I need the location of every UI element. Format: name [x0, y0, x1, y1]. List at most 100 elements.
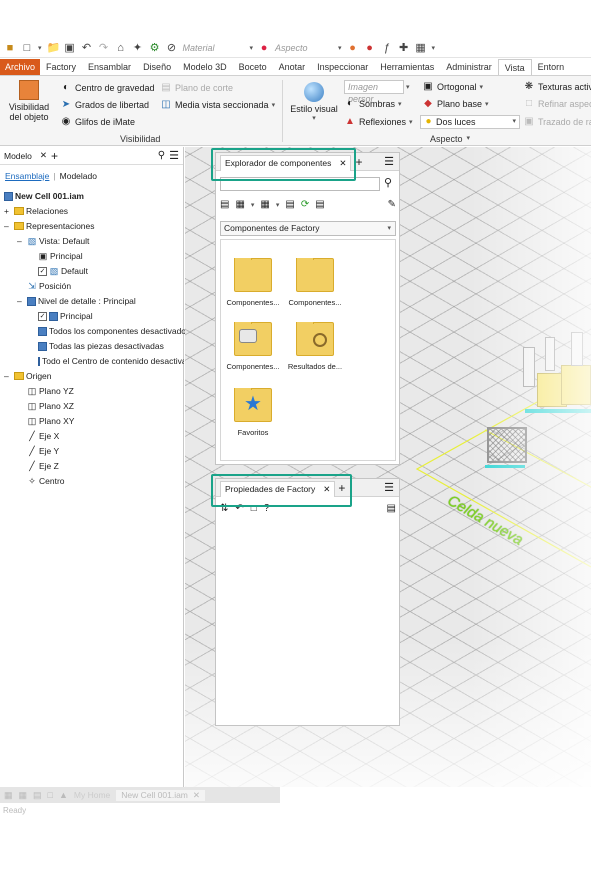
- material-selector[interactable]: Material: [183, 43, 245, 53]
- collapse-icon[interactable]: –: [17, 236, 25, 246]
- tab-factory[interactable]: Factory: [40, 59, 82, 75]
- menu-icon[interactable]: ☰: [384, 155, 394, 168]
- undo-icon[interactable]: ↶: [81, 42, 93, 54]
- imate-glyphs-button[interactable]: ◉ Glifos de iMate: [60, 116, 135, 128]
- degrees-of-freedom-button[interactable]: ➤ Grados de libertad: [60, 99, 149, 111]
- sort-icon[interactable]: ▦: [260, 199, 269, 210]
- shadows-button[interactable]: ◐ Sombras ▾: [344, 98, 402, 110]
- checkbox-icon[interactable]: ✓: [38, 266, 47, 276]
- menu-icon[interactable]: ☰: [384, 481, 394, 494]
- section-plane-button[interactable]: ▤ Plano de corte: [160, 82, 233, 94]
- tree-item-eje-x[interactable]: ╱ Eje X: [27, 431, 59, 441]
- plus-icon[interactable]: ✚: [398, 42, 410, 54]
- add-tab-icon[interactable]: +: [51, 149, 58, 163]
- subtab-ensamblaje[interactable]: Ensamblaje: [5, 171, 49, 181]
- tree-item-relaciones[interactable]: + Relaciones: [4, 206, 68, 216]
- tab-entorno[interactable]: Entorn: [532, 59, 571, 75]
- tab-vista[interactable]: Vista: [497, 59, 532, 75]
- appearance-panel-title[interactable]: Aspecto ▾: [430, 134, 470, 144]
- chevron-down-icon[interactable]: ▾: [38, 44, 42, 52]
- menu-up-icon[interactable]: ▲: [59, 790, 68, 800]
- tile-icon[interactable]: ▦: [4, 790, 13, 801]
- chevron-down-icon[interactable]: ▾: [406, 83, 410, 91]
- appearance-dropdown-icon[interactable]: ▾: [338, 44, 342, 52]
- chevron-down-icon[interactable]: ▾: [251, 201, 255, 209]
- tree-item-todas-piezas[interactable]: Todas las piezas desactivadas: [38, 341, 164, 351]
- list-item[interactable]: Componentes...: [225, 322, 281, 371]
- tree-item-root[interactable]: New Cell 001.iam: [4, 191, 84, 201]
- orthographic-button[interactable]: ▣ Ortogonal ▾: [422, 81, 483, 93]
- tree-item-eje-z[interactable]: ╱ Eje Z: [27, 461, 59, 471]
- tree-item-plano-xz[interactable]: ◫ Plano XZ: [27, 401, 74, 411]
- half-section-button[interactable]: ◫ Media vista seccionada ▾: [160, 99, 275, 111]
- tree-item-eje-y[interactable]: ╱ Eje Y: [27, 446, 59, 456]
- menu-icon[interactable]: ☰: [169, 149, 179, 162]
- reflections-button[interactable]: ▲ Reflexiones ▾: [344, 116, 413, 128]
- tree-item-origen[interactable]: – Origen: [4, 371, 52, 381]
- tree-item-representaciones[interactable]: – Representaciones: [4, 221, 95, 231]
- add-tab-icon[interactable]: +: [355, 155, 362, 169]
- view-mode-icon[interactable]: ▦: [235, 199, 244, 210]
- tab-archivo[interactable]: Archivo: [0, 59, 41, 75]
- customize-dropdown-icon[interactable]: ▾: [432, 44, 436, 52]
- tab-modelo-3d[interactable]: Modelo 3D: [177, 59, 233, 75]
- tree-item-plano-xy[interactable]: ◫ Plano XY: [27, 416, 75, 426]
- update-icon[interactable]: ⚙: [149, 42, 161, 54]
- settings-icon[interactable]: ✎: [388, 199, 396, 210]
- refresh-icon[interactable]: ⟳: [301, 199, 309, 210]
- no-material-icon[interactable]: ⊘: [166, 42, 178, 54]
- tree-item-nivel-detalle[interactable]: – Nivel de detalle : Principal: [17, 296, 136, 306]
- collapse-icon[interactable]: –: [17, 296, 25, 306]
- tree-item-plano-yz[interactable]: ◫ Plano YZ: [27, 386, 74, 396]
- search-icon[interactable]: ⚲: [384, 176, 392, 189]
- tab-boceto[interactable]: Boceto: [233, 59, 273, 75]
- adjust-appearance-icon[interactable]: ●: [347, 42, 359, 54]
- tree-item-principal-lod[interactable]: ✓ Principal: [38, 311, 93, 321]
- grid-icon[interactable]: ▦: [415, 42, 427, 54]
- home-icon[interactable]: ⌂: [115, 42, 127, 54]
- arrange-icon[interactable]: ▤: [33, 790, 42, 801]
- expand-icon[interactable]: +: [4, 206, 12, 216]
- list-item[interactable]: Resultados de...: [287, 322, 343, 371]
- subtab-modelado[interactable]: Modelado: [60, 171, 97, 181]
- tab-new-cell[interactable]: New Cell 001.iam ✕: [116, 789, 206, 801]
- ground-plane-button[interactable]: ◆ Plano base ▾: [422, 98, 488, 110]
- center-of-gravity-button[interactable]: ◐ Centro de gravedad: [60, 82, 155, 94]
- visual-style-button[interactable]: Estilo visual ▾: [288, 80, 340, 130]
- filter-icon[interactable]: ▤: [285, 199, 294, 210]
- redo-icon[interactable]: ↷: [98, 42, 110, 54]
- collapse-icon[interactable]: –: [4, 371, 12, 381]
- tree-item-centro-contenido[interactable]: Todo el Centro de contenido desactivado: [38, 356, 184, 366]
- tree-item-vista[interactable]: – ▧ Vista: Default: [17, 236, 89, 246]
- image-style-select[interactable]: Imagen persor: [344, 80, 404, 104]
- app-icon[interactable]: ■: [4, 42, 16, 54]
- lighting-select[interactable]: ● Dos luces ▾: [420, 115, 520, 129]
- close-icon[interactable]: ✕: [193, 790, 200, 801]
- refine-appearance-button[interactable]: □ Refinar aspec: [523, 98, 591, 110]
- clear-appearance-icon[interactable]: ●: [364, 42, 376, 54]
- window-icon[interactable]: □: [48, 790, 53, 800]
- open-folder-icon[interactable]: 📁: [47, 42, 61, 54]
- tab-ensamblar[interactable]: Ensamblar: [82, 59, 137, 75]
- visibility-large-button[interactable]: Visibilidad del objeto: [6, 80, 52, 130]
- collapse-icon[interactable]: –: [4, 221, 12, 231]
- function-icon[interactable]: ƒ: [381, 42, 393, 54]
- tab-anotar[interactable]: Anotar: [273, 59, 312, 75]
- tab-herramientas[interactable]: Herramientas: [374, 59, 440, 75]
- list-item[interactable]: ★ Favoritos: [225, 388, 281, 437]
- tree-item-principal-view[interactable]: ▣ Principal: [38, 251, 83, 261]
- checkbox-icon[interactable]: ✓: [38, 311, 47, 321]
- tab-inspeccionar[interactable]: Inspeccionar: [311, 59, 374, 75]
- tab-my-home[interactable]: My Home: [74, 790, 110, 800]
- material-dropdown-icon[interactable]: ▾: [250, 44, 254, 52]
- list-item[interactable]: Componentes...: [225, 258, 281, 307]
- appearance-selector[interactable]: Aspecto: [275, 43, 333, 53]
- tree-item-default[interactable]: ✓ ▧ Default: [38, 266, 88, 276]
- close-icon[interactable]: ✕: [40, 150, 47, 161]
- ray-tracing-button[interactable]: ▣ Trazado de ra: [523, 116, 591, 128]
- list-item[interactable]: Componentes...: [287, 258, 343, 307]
- select-icon[interactable]: ✦: [132, 42, 144, 54]
- tree-item-posicion[interactable]: ⇲ Posición: [27, 281, 71, 291]
- tree-item-centro[interactable]: ✧ Centro: [27, 476, 64, 486]
- active-textures-button[interactable]: ❋ Texturas activ: [523, 81, 591, 93]
